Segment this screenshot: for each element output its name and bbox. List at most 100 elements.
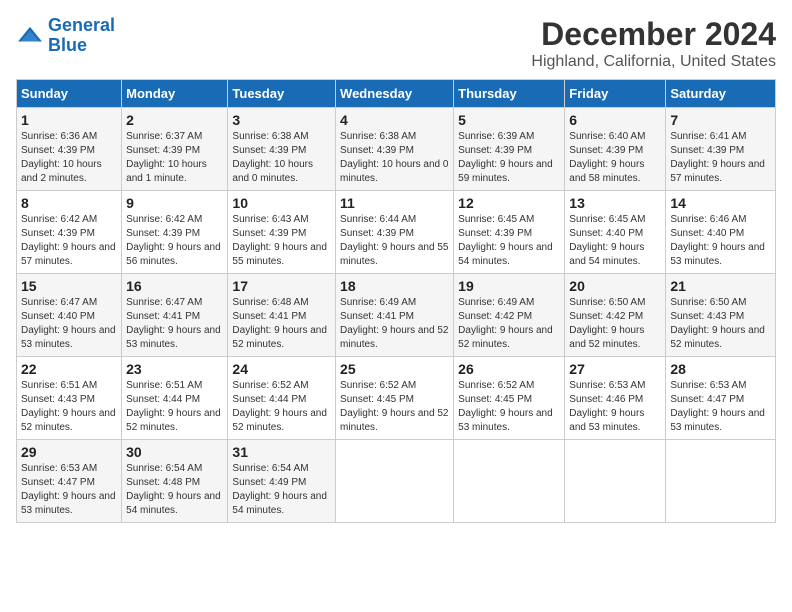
calendar-cell: 8 Sunrise: 6:42 AMSunset: 4:39 PMDaylight… <box>17 191 122 274</box>
day-info: Sunrise: 6:53 AMSunset: 4:46 PMDaylight:… <box>569 379 661 435</box>
calendar-cell: 20 Sunrise: 6:50 AMSunset: 4:42 PMDayligh… <box>565 274 666 357</box>
day-info: Sunrise: 6:42 AMSunset: 4:39 PMDaylight:… <box>21 213 117 269</box>
day-info: Sunrise: 6:49 AMSunset: 4:41 PMDaylight:… <box>340 296 449 352</box>
day-number: 4 <box>340 112 449 128</box>
calendar-cell: 1 Sunrise: 6:36 AMSunset: 4:39 PMDaylight… <box>17 108 122 191</box>
day-info: Sunrise: 6:51 AMSunset: 4:44 PMDaylight:… <box>126 379 223 435</box>
week-row-3: 15 Sunrise: 6:47 AMSunset: 4:40 PMDayligh… <box>17 274 776 357</box>
calendar-cell: 16 Sunrise: 6:47 AMSunset: 4:41 PMDayligh… <box>122 274 228 357</box>
calendar-cell: 6Sunrise: 6:40 AMSunset: 4:39 PMDaylight… <box>565 108 666 191</box>
calendar-cell: 31 Sunrise: 6:54 AMSunset: 4:49 PMDayligh… <box>228 440 336 523</box>
week-row-5: 29 Sunrise: 6:53 AMSunset: 4:47 PMDayligh… <box>17 440 776 523</box>
day-number: 21 <box>670 278 771 294</box>
day-number: 17 <box>232 278 331 294</box>
day-info: Sunrise: 6:46 AMSunset: 4:40 PMDaylight:… <box>670 213 771 269</box>
calendar-cell: 24 Sunrise: 6:52 AMSunset: 4:44 PMDayligh… <box>228 357 336 440</box>
calendar-cell <box>666 440 776 523</box>
day-info: Sunrise: 6:54 AMSunset: 4:49 PMDaylight:… <box>232 462 331 518</box>
calendar-cell: 10 Sunrise: 6:43 AMSunset: 4:39 PMDayligh… <box>228 191 336 274</box>
day-info: Sunrise: 6:41 AMSunset: 4:39 PMDaylight:… <box>670 130 771 186</box>
weekday-header-monday: Monday <box>122 80 228 108</box>
day-info: Sunrise: 6:50 AMSunset: 4:43 PMDaylight:… <box>670 296 771 352</box>
day-number: 28 <box>670 361 771 377</box>
calendar-cell: 2 Sunrise: 6:37 AMSunset: 4:39 PMDaylight… <box>122 108 228 191</box>
weekday-header-friday: Friday <box>565 80 666 108</box>
day-number: 30 <box>126 444 223 460</box>
calendar-cell: 15 Sunrise: 6:47 AMSunset: 4:40 PMDayligh… <box>17 274 122 357</box>
day-number: 3 <box>232 112 331 128</box>
day-number: 16 <box>126 278 223 294</box>
day-number: 29 <box>21 444 117 460</box>
day-number: 23 <box>126 361 223 377</box>
day-info: Sunrise: 6:54 AMSunset: 4:48 PMDaylight:… <box>126 462 223 518</box>
calendar-cell: 26Sunrise: 6:52 AMSunset: 4:45 PMDayligh… <box>454 357 565 440</box>
calendar-cell: 23 Sunrise: 6:51 AMSunset: 4:44 PMDayligh… <box>122 357 228 440</box>
weekday-header-sunday: Sunday <box>17 80 122 108</box>
logo-icon <box>16 25 44 47</box>
day-number: 11 <box>340 195 449 211</box>
week-row-1: 1 Sunrise: 6:36 AMSunset: 4:39 PMDaylight… <box>17 108 776 191</box>
day-number: 15 <box>21 278 117 294</box>
calendar-cell: 27Sunrise: 6:53 AMSunset: 4:46 PMDayligh… <box>565 357 666 440</box>
calendar-cell: 4 Sunrise: 6:38 AMSunset: 4:39 PMDaylight… <box>336 108 454 191</box>
calendar-cell: 29 Sunrise: 6:53 AMSunset: 4:47 PMDayligh… <box>17 440 122 523</box>
day-info: Sunrise: 6:37 AMSunset: 4:39 PMDaylight:… <box>126 130 223 186</box>
day-info: Sunrise: 6:45 AMSunset: 4:40 PMDaylight:… <box>569 213 661 269</box>
calendar-cell: 13 Sunrise: 6:45 AMSunset: 4:40 PMDayligh… <box>565 191 666 274</box>
day-number: 25 <box>340 361 449 377</box>
week-row-4: 22Sunrise: 6:51 AMSunset: 4:43 PMDayligh… <box>17 357 776 440</box>
day-number: 2 <box>126 112 223 128</box>
day-number: 1 <box>21 112 117 128</box>
day-number: 10 <box>232 195 331 211</box>
logo-line2: Blue <box>48 35 87 55</box>
day-info: Sunrise: 6:40 AMSunset: 4:39 PMDaylight:… <box>569 130 661 186</box>
day-number: 24 <box>232 361 331 377</box>
calendar-cell: 30 Sunrise: 6:54 AMSunset: 4:48 PMDayligh… <box>122 440 228 523</box>
calendar-cell: 3 Sunrise: 6:38 AMSunset: 4:39 PMDaylight… <box>228 108 336 191</box>
calendar-cell <box>454 440 565 523</box>
calendar-cell: 12Sunrise: 6:45 AMSunset: 4:39 PMDayligh… <box>454 191 565 274</box>
day-number: 31 <box>232 444 331 460</box>
logo-text: General Blue <box>48 16 115 56</box>
calendar-cell: 17 Sunrise: 6:48 AMSunset: 4:41 PMDayligh… <box>228 274 336 357</box>
calendar-cell: 21 Sunrise: 6:50 AMSunset: 4:43 PMDayligh… <box>666 274 776 357</box>
day-number: 18 <box>340 278 449 294</box>
day-info: Sunrise: 6:47 AMSunset: 4:40 PMDaylight:… <box>21 296 117 352</box>
calendar-subtitle: Highland, California, United States <box>531 53 776 71</box>
day-info: Sunrise: 6:51 AMSunset: 4:43 PMDaylight:… <box>21 379 117 435</box>
logo-line1: General <box>48 15 115 35</box>
day-info: Sunrise: 6:53 AMSunset: 4:47 PMDaylight:… <box>21 462 117 518</box>
day-info: Sunrise: 6:39 AMSunset: 4:39 PMDaylight:… <box>458 130 560 186</box>
day-info: Sunrise: 6:50 AMSunset: 4:42 PMDaylight:… <box>569 296 661 352</box>
day-number: 8 <box>21 195 117 211</box>
day-info: Sunrise: 6:47 AMSunset: 4:41 PMDaylight:… <box>126 296 223 352</box>
day-info: Sunrise: 6:38 AMSunset: 4:39 PMDaylight:… <box>340 130 449 186</box>
calendar-cell <box>565 440 666 523</box>
day-number: 5 <box>458 112 560 128</box>
calendar-cell <box>336 440 454 523</box>
calendar-title: December 2024 <box>531 16 776 53</box>
day-info: Sunrise: 6:43 AMSunset: 4:39 PMDaylight:… <box>232 213 331 269</box>
day-number: 13 <box>569 195 661 211</box>
day-info: Sunrise: 6:38 AMSunset: 4:39 PMDaylight:… <box>232 130 331 186</box>
calendar-cell: 19Sunrise: 6:49 AMSunset: 4:42 PMDayligh… <box>454 274 565 357</box>
day-info: Sunrise: 6:36 AMSunset: 4:39 PMDaylight:… <box>21 130 117 186</box>
day-info: Sunrise: 6:48 AMSunset: 4:41 PMDaylight:… <box>232 296 331 352</box>
day-number: 26 <box>458 361 560 377</box>
calendar-cell: 25 Sunrise: 6:52 AMSunset: 4:45 PMDayligh… <box>336 357 454 440</box>
day-number: 14 <box>670 195 771 211</box>
day-info: Sunrise: 6:52 AMSunset: 4:45 PMDaylight:… <box>340 379 449 435</box>
week-row-2: 8 Sunrise: 6:42 AMSunset: 4:39 PMDaylight… <box>17 191 776 274</box>
day-info: Sunrise: 6:49 AMSunset: 4:42 PMDaylight:… <box>458 296 560 352</box>
day-info: Sunrise: 6:44 AMSunset: 4:39 PMDaylight:… <box>340 213 449 269</box>
calendar-cell: 18 Sunrise: 6:49 AMSunset: 4:41 PMDayligh… <box>336 274 454 357</box>
day-number: 9 <box>126 195 223 211</box>
day-info: Sunrise: 6:53 AMSunset: 4:47 PMDaylight:… <box>670 379 771 435</box>
day-number: 20 <box>569 278 661 294</box>
weekday-header-saturday: Saturday <box>666 80 776 108</box>
day-info: Sunrise: 6:52 AMSunset: 4:44 PMDaylight:… <box>232 379 331 435</box>
calendar-cell: 7Sunrise: 6:41 AMSunset: 4:39 PMDaylight… <box>666 108 776 191</box>
calendar-cell: 9Sunrise: 6:42 AMSunset: 4:39 PMDaylight… <box>122 191 228 274</box>
day-number: 12 <box>458 195 560 211</box>
weekday-header-wednesday: Wednesday <box>336 80 454 108</box>
